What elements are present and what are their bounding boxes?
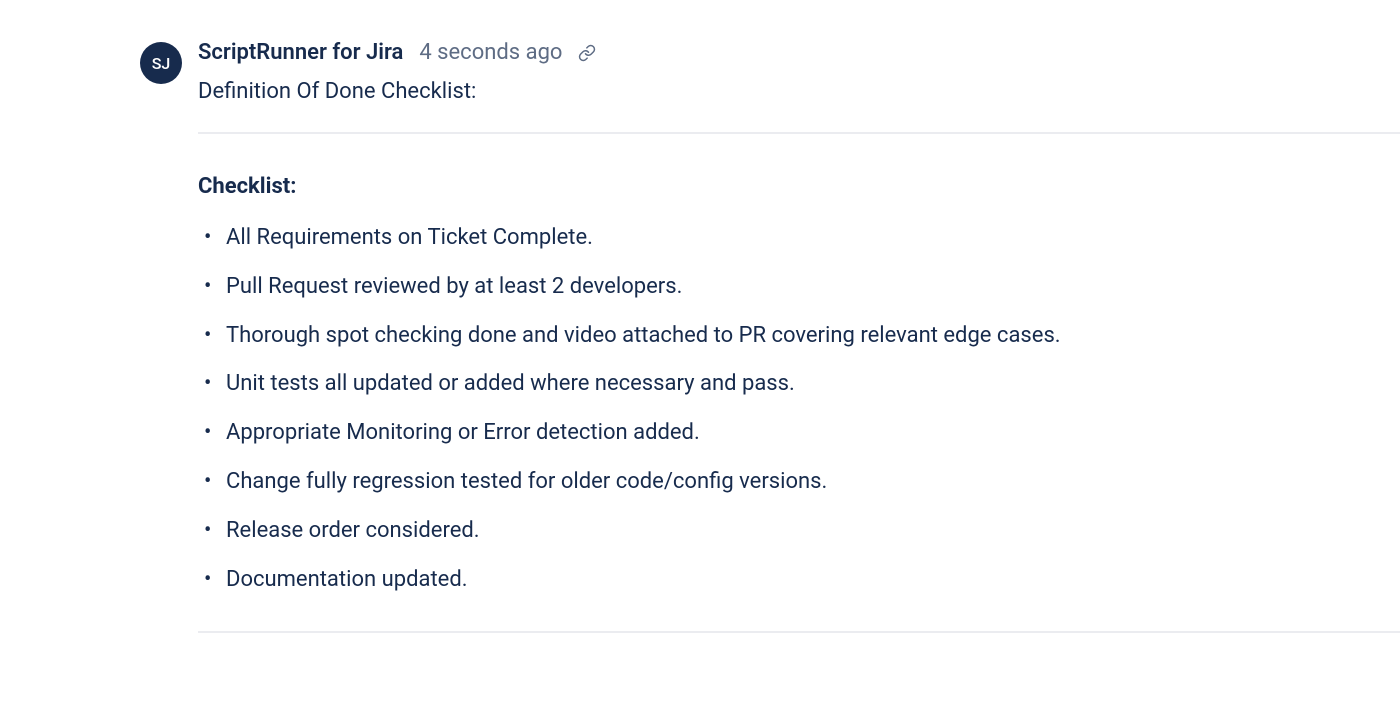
divider: [198, 132, 1400, 134]
comment-container: SJ ScriptRunner for Jira 4 seconds ago D…: [140, 40, 1400, 633]
list-item: Documentation updated.: [226, 565, 1400, 596]
checklist: All Requirements on Ticket Complete. Pul…: [198, 223, 1400, 595]
timestamp[interactable]: 4 seconds ago: [419, 40, 562, 65]
list-item: Release order considered.: [226, 516, 1400, 547]
divider-bottom: [198, 631, 1400, 633]
checklist-heading: Checklist:: [198, 174, 1400, 199]
comment-header: ScriptRunner for Jira 4 seconds ago: [198, 40, 1400, 65]
comment-intro: Definition Of Done Checklist:: [198, 79, 1400, 104]
list-item: Pull Request reviewed by at least 2 deve…: [226, 272, 1400, 303]
avatar: SJ: [140, 42, 182, 84]
avatar-initials: SJ: [152, 54, 171, 73]
author-name: ScriptRunner for Jira: [198, 40, 403, 65]
list-item: Unit tests all updated or added where ne…: [226, 369, 1400, 400]
permalink-icon[interactable]: [578, 44, 596, 62]
list-item: Change fully regression tested for older…: [226, 467, 1400, 498]
list-item: Appropriate Monitoring or Error detectio…: [226, 418, 1400, 449]
comment-body: ScriptRunner for Jira 4 seconds ago Defi…: [198, 40, 1400, 633]
list-item: All Requirements on Ticket Complete.: [226, 223, 1400, 254]
list-item: Thorough spot checking done and video at…: [226, 321, 1400, 352]
